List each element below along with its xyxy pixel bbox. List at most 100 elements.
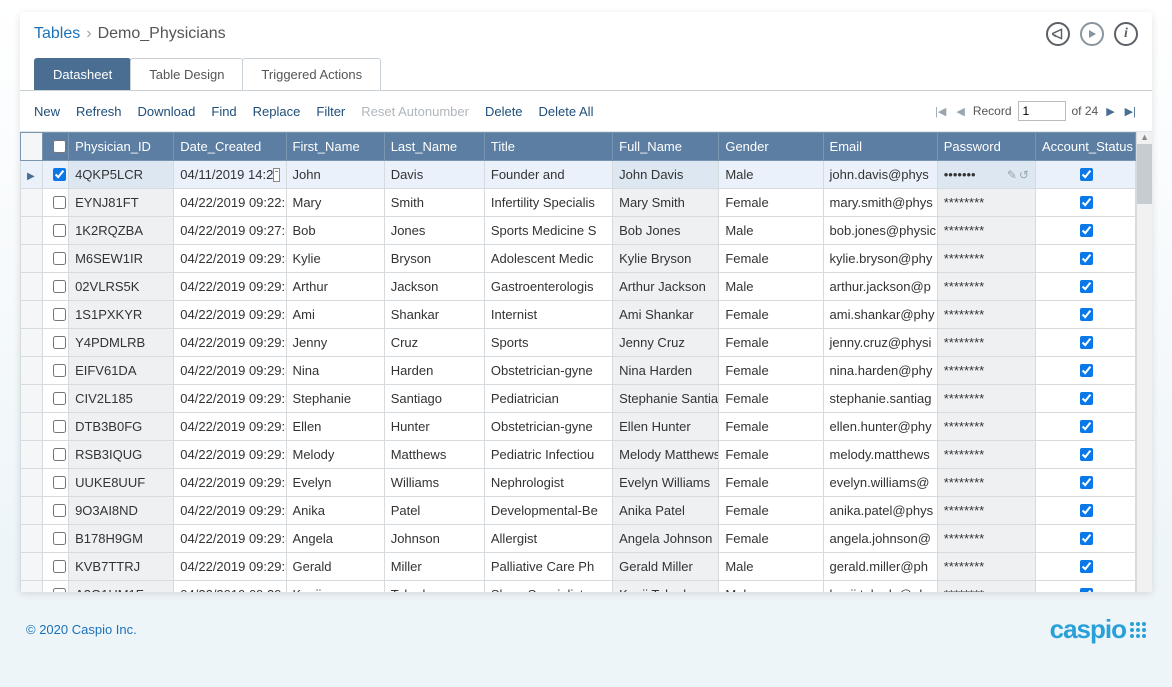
- cell-account-status[interactable]: [1035, 161, 1135, 189]
- cell-password[interactable]: ********: [937, 553, 1035, 581]
- find-button[interactable]: Find: [211, 104, 236, 119]
- cell-last-name[interactable]: Miller: [384, 553, 484, 581]
- cell-physician-id[interactable]: 1K2RQZBA: [69, 217, 174, 245]
- cell-email[interactable]: arthur.jackson@p: [823, 273, 937, 301]
- edit-icon[interactable]: ✎: [1007, 168, 1017, 182]
- cell-first-name[interactable]: Ellen: [286, 413, 384, 441]
- cell-email[interactable]: john.davis@phys: [823, 161, 937, 189]
- scrollbar-thumb[interactable]: [1137, 144, 1152, 204]
- cell-date-created[interactable]: 04/22/2019 09:29:3: [174, 441, 286, 469]
- cell-password[interactable]: ********: [937, 441, 1035, 469]
- delete-all-button[interactable]: Delete All: [539, 104, 594, 119]
- cell-account-status[interactable]: [1035, 413, 1135, 441]
- cell-account-status[interactable]: [1035, 525, 1135, 553]
- cell-account-status[interactable]: [1035, 217, 1135, 245]
- cell-full-name[interactable]: Mary Smith: [613, 189, 719, 217]
- table-row[interactable]: RSB3IQUG04/22/2019 09:29:3MelodyMatthews…: [21, 441, 1136, 469]
- cell-title[interactable]: Sports: [484, 329, 612, 357]
- cell-title[interactable]: Internist: [484, 301, 612, 329]
- row-checkbox[interactable]: [43, 525, 69, 553]
- cell-email[interactable]: ellen.hunter@phy: [823, 413, 937, 441]
- cell-title[interactable]: Obstetrician-gyne: [484, 413, 612, 441]
- announce-icon[interactable]: [1046, 22, 1070, 46]
- cell-physician-id[interactable]: RSB3IQUG: [69, 441, 174, 469]
- table-row[interactable]: Y4PDMLRB04/22/2019 09:29:3JennyCruzSport…: [21, 329, 1136, 357]
- table-row[interactable]: 1S1PXKYR04/22/2019 09:29:3AmiShankarInte…: [21, 301, 1136, 329]
- cell-last-name[interactable]: Harden: [384, 357, 484, 385]
- table-row[interactable]: CIV2L18504/22/2019 09:29:3StephanieSanti…: [21, 385, 1136, 413]
- cell-last-name[interactable]: Shankar: [384, 301, 484, 329]
- delete-button[interactable]: Delete: [485, 104, 523, 119]
- col-account-status[interactable]: Account_Status: [1035, 133, 1135, 161]
- cell-email[interactable]: kylie.bryson@phy: [823, 245, 937, 273]
- cell-last-name[interactable]: Smith: [384, 189, 484, 217]
- cell-full-name[interactable]: Kylie Bryson: [613, 245, 719, 273]
- cell-title[interactable]: Sports Medicine S: [484, 217, 612, 245]
- tab-triggered-actions[interactable]: Triggered Actions: [242, 58, 381, 90]
- row-checkbox[interactable]: [43, 581, 69, 593]
- row-checkbox[interactable]: [43, 301, 69, 329]
- cell-title[interactable]: Sleep Specialist: [484, 581, 612, 593]
- cell-gender[interactable]: Male: [719, 161, 823, 189]
- cell-password[interactable]: ********: [937, 497, 1035, 525]
- cell-first-name[interactable]: Mary: [286, 189, 384, 217]
- cell-first-name[interactable]: Nina: [286, 357, 384, 385]
- cell-last-name[interactable]: Hunter: [384, 413, 484, 441]
- breadcrumb-root[interactable]: Tables: [34, 25, 80, 43]
- cell-email[interactable]: anika.patel@phys: [823, 497, 937, 525]
- nav-next-icon[interactable]: ▶: [1104, 105, 1116, 118]
- cell-gender[interactable]: Female: [719, 189, 823, 217]
- cell-first-name[interactable]: Gerald: [286, 553, 384, 581]
- cell-last-name[interactable]: Matthews: [384, 441, 484, 469]
- tab-datasheet[interactable]: Datasheet: [34, 58, 131, 90]
- cell-gender[interactable]: Female: [719, 357, 823, 385]
- cell-account-status[interactable]: [1035, 581, 1135, 593]
- cell-date-created[interactable]: 04/22/2019 09:29:3: [174, 329, 286, 357]
- nav-last-icon[interactable]: ▶|: [1123, 105, 1138, 118]
- cell-date-created[interactable]: 04/22/2019 09:27:3: [174, 217, 286, 245]
- table-row[interactable]: ▶4QKP5LCR04/11/2019 14:2JohnDavisFounder…: [21, 161, 1136, 189]
- cell-account-status[interactable]: [1035, 497, 1135, 525]
- replace-button[interactable]: Replace: [253, 104, 301, 119]
- cell-email[interactable]: jenny.cruz@physi: [823, 329, 937, 357]
- col-full-name[interactable]: Full_Name: [613, 133, 719, 161]
- vertical-scrollbar[interactable]: ▲: [1136, 132, 1152, 592]
- nav-prev-icon[interactable]: ◀: [954, 105, 966, 118]
- cell-account-status[interactable]: [1035, 385, 1135, 413]
- cell-date-created[interactable]: 04/11/2019 14:2: [174, 161, 286, 189]
- cell-last-name[interactable]: Bryson: [384, 245, 484, 273]
- cell-gender[interactable]: Female: [719, 497, 823, 525]
- header-checkbox[interactable]: [43, 133, 69, 161]
- cell-date-created[interactable]: 04/22/2019 09:29:3: [174, 245, 286, 273]
- cell-full-name[interactable]: Arthur Jackson: [613, 273, 719, 301]
- col-title[interactable]: Title: [484, 133, 612, 161]
- col-physician-id[interactable]: Physician_ID: [69, 133, 174, 161]
- cell-last-name[interactable]: Williams: [384, 469, 484, 497]
- cell-date-created[interactable]: 04/22/2019 09:29:3: [174, 357, 286, 385]
- cell-physician-id[interactable]: 4QKP5LCR: [69, 161, 174, 189]
- table-row[interactable]: DTB3B0FG04/22/2019 09:29:3EllenHunterObs…: [21, 413, 1136, 441]
- cell-physician-id[interactable]: B178H9GM: [69, 525, 174, 553]
- cell-physician-id[interactable]: EIFV61DA: [69, 357, 174, 385]
- cell-email[interactable]: bob.jones@physic: [823, 217, 937, 245]
- cell-account-status[interactable]: [1035, 441, 1135, 469]
- cell-physician-id[interactable]: CIV2L185: [69, 385, 174, 413]
- cell-password[interactable]: ********: [937, 525, 1035, 553]
- cell-date-created[interactable]: 04/22/2019 09:29:3: [174, 273, 286, 301]
- cell-gender[interactable]: Female: [719, 329, 823, 357]
- row-checkbox[interactable]: [43, 245, 69, 273]
- calendar-icon[interactable]: [273, 168, 279, 182]
- cell-full-name[interactable]: Nina Harden: [613, 357, 719, 385]
- cell-gender[interactable]: Female: [719, 245, 823, 273]
- table-row[interactable]: 02VLRS5K04/22/2019 09:29:3ArthurJacksonG…: [21, 273, 1136, 301]
- cell-full-name[interactable]: John Davis: [613, 161, 719, 189]
- cell-email[interactable]: angela.johnson@: [823, 525, 937, 553]
- cell-email[interactable]: mary.smith@phys: [823, 189, 937, 217]
- cell-first-name[interactable]: Ami: [286, 301, 384, 329]
- cell-date-created[interactable]: 04/22/2019 09:29:3: [174, 497, 286, 525]
- cell-first-name[interactable]: Jenny: [286, 329, 384, 357]
- col-gender[interactable]: Gender: [719, 133, 823, 161]
- cell-physician-id[interactable]: 1S1PXKYR: [69, 301, 174, 329]
- row-checkbox[interactable]: [43, 553, 69, 581]
- cell-password[interactable]: ********: [937, 469, 1035, 497]
